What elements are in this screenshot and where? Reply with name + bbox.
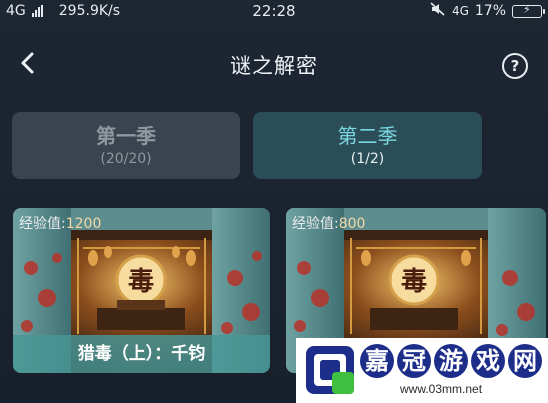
exp-label: 经验值:800 xyxy=(292,213,365,233)
scene-sign-text: 毒 xyxy=(401,267,427,297)
battery-percent: 17% xyxy=(474,3,506,19)
tab-season-2-progress: (1/2) xyxy=(350,151,385,167)
page-title: 谜之解密 xyxy=(230,54,318,78)
watermark-char: 网 xyxy=(508,344,542,378)
tab-season-2-name: 第二季 xyxy=(337,124,398,148)
watermark-char: 游 xyxy=(434,344,468,378)
site-logo-icon xyxy=(306,346,354,394)
tab-season-1-name: 第一季 xyxy=(96,124,156,148)
network-type-right: 4G xyxy=(451,4,469,18)
watermark-title: 嘉 冠 游 戏 网 xyxy=(360,344,542,378)
exp-label-text: 经验值: xyxy=(292,216,339,232)
watermark-overlay: 嘉 冠 游 戏 网 www.03mm.net xyxy=(296,338,548,403)
mute-icon xyxy=(430,2,446,20)
exp-label: 经验值:1200 xyxy=(19,213,101,233)
tab-season-1[interactable]: 第一季 (20/20) xyxy=(12,112,240,179)
exp-value: 800 xyxy=(338,216,366,232)
card-caption: 猎毒（上）：千钧 xyxy=(13,335,270,373)
status-bar: 4G 295.9K/s 22:28 4G 17% ⚡ xyxy=(0,0,548,24)
help-button[interactable]: ? xyxy=(502,53,528,79)
watermark-char: 冠 xyxy=(397,344,431,378)
watermark-char: 戏 xyxy=(471,344,505,378)
tab-season-1-progress: (20/20) xyxy=(100,151,152,167)
exp-label-text: 经验值: xyxy=(19,216,66,232)
tab-season-2[interactable]: 第二季 (1/2) xyxy=(253,112,482,179)
watermark-url: www.03mm.net xyxy=(400,382,483,396)
exp-value: 1200 xyxy=(65,216,102,232)
battery-icon: ⚡ xyxy=(512,3,545,18)
scene-sign-text: 毒 xyxy=(128,267,154,297)
header: 谜之解密 ? xyxy=(0,40,548,90)
puzzle-card-1[interactable]: 毒 经验值:1200 猎毒（上）：千钧 xyxy=(13,208,270,373)
watermark-char: 嘉 xyxy=(360,344,394,378)
